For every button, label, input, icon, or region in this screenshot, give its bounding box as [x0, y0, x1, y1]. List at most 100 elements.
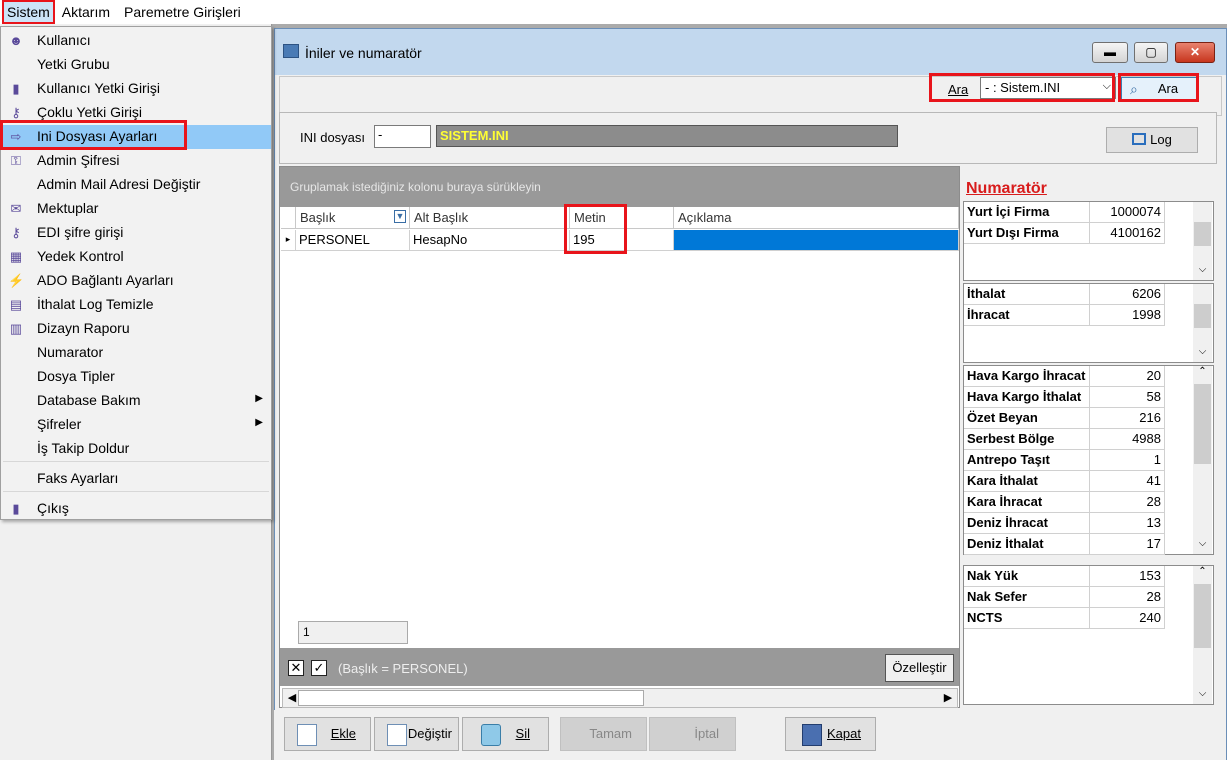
- menu-item-4[interactable]: ⚷ Çoklu Yetki Girişi: [1, 101, 271, 125]
- numarator-value[interactable]: 41: [1090, 471, 1165, 492]
- numarator-row[interactable]: Yurt Dışı Firma 4100162: [964, 223, 1166, 244]
- numarator-value[interactable]: 1: [1090, 450, 1165, 471]
- degistir-button[interactable]: Değiştir: [374, 717, 459, 751]
- menu-item-2[interactable]: Yetki Grubu: [1, 53, 271, 77]
- numarator-value[interactable]: 20: [1090, 366, 1165, 387]
- close-button[interactable]: ✕: [1175, 42, 1215, 63]
- numarator-row[interactable]: Deniz İthalat 17: [964, 534, 1166, 555]
- numarator-value[interactable]: 58: [1090, 387, 1165, 408]
- kapat-button[interactable]: Kapat: [785, 717, 876, 751]
- numarator-row[interactable]: Özet Beyan 216: [964, 408, 1166, 429]
- horizontal-scroll-thumb[interactable]: [298, 690, 644, 706]
- numarator-value[interactable]: 216: [1090, 408, 1165, 429]
- scroll-down-icon[interactable]: ⌵: [1194, 688, 1211, 699]
- column-header-baslik[interactable]: Başlık ▼: [296, 207, 410, 229]
- cell-metin[interactable]: 195: [570, 230, 674, 251]
- numarator-row[interactable]: İthalat 6206: [964, 284, 1166, 305]
- numarator-row[interactable]: İhracat 1998: [964, 305, 1166, 326]
- clear-filter-icon[interactable]: ✕: [288, 660, 304, 676]
- cell-alt-baslik[interactable]: HesapNo: [410, 230, 570, 251]
- menu-item-14[interactable]: Numarator: [1, 341, 271, 365]
- numarator-value[interactable]: 4988: [1090, 429, 1165, 450]
- filter-icon[interactable]: ▼: [394, 210, 406, 223]
- sil-button[interactable]: Sil: [462, 717, 549, 751]
- numarator-value[interactable]: 28: [1090, 492, 1165, 513]
- menu-item-1[interactable]: ☻ Kullanıcı: [1, 29, 271, 53]
- numarator-value[interactable]: 153: [1090, 566, 1165, 587]
- column-header-aciklama[interactable]: Açıklama: [674, 207, 959, 229]
- scroll-thumb-group-kargo[interactable]: [1194, 384, 1211, 464]
- numarator-key: Özet Beyan: [964, 408, 1090, 429]
- numarator-value[interactable]: 13: [1090, 513, 1165, 534]
- numarator-value[interactable]: 4100162: [1090, 223, 1165, 244]
- maximize-button[interactable]: ▢: [1134, 42, 1168, 63]
- scroll-up-icon[interactable]: ⌃: [1194, 366, 1211, 377]
- menu-item-19[interactable]: Faks Ayarları: [1, 467, 271, 491]
- numarator-row[interactable]: Hava Kargo İthalat 58: [964, 387, 1166, 408]
- numarator-row[interactable]: Yurt İçi Firma 1000074: [964, 202, 1166, 223]
- cell-baslik[interactable]: PERSONEL: [296, 230, 410, 251]
- log-button[interactable]: Log: [1106, 127, 1198, 153]
- numarator-row[interactable]: Kara İthalat 41: [964, 471, 1166, 492]
- filter-active-checkbox[interactable]: ✓: [311, 660, 327, 676]
- numarator-row[interactable]: Nak Sefer 28: [964, 587, 1166, 608]
- menu-item-18[interactable]: İş Takip Doldur: [1, 437, 271, 461]
- tamam-button[interactable]: Tamam: [560, 717, 647, 751]
- menu-item-12[interactable]: ▤ İthalat Log Temizle: [1, 293, 271, 317]
- menu-item-10[interactable]: ▦ Yedek Kontrol: [1, 245, 271, 269]
- row-indicator-icon[interactable]: ▸: [281, 230, 296, 251]
- numarator-value[interactable]: 28: [1090, 587, 1165, 608]
- column-header-metin[interactable]: Metin: [570, 207, 674, 229]
- menu-item-8[interactable]: ✉ Mektuplar: [1, 197, 271, 221]
- scroll-up-icon[interactable]: ⌃: [1194, 566, 1211, 577]
- ekle-button[interactable]: Ekle: [284, 717, 371, 751]
- menu-sistem[interactable]: Sistem: [2, 0, 55, 24]
- menu-item-16[interactable]: Database Bakım ▶: [1, 389, 271, 413]
- numarator-row[interactable]: Kara İhracat 28: [964, 492, 1166, 513]
- minimize-button[interactable]: ▬: [1092, 42, 1128, 63]
- menu-item-15[interactable]: Dosya Tipler: [1, 365, 271, 389]
- numarator-value[interactable]: 6206: [1090, 284, 1165, 305]
- scroll-thumb-group-ithalat[interactable]: [1194, 304, 1211, 328]
- column-header-alt-baslik[interactable]: Alt Başlık: [410, 207, 570, 229]
- search-combo[interactable]: - : Sistem.INI ⌵: [980, 77, 1116, 99]
- submenu-arrow-icon: ▶: [255, 417, 263, 428]
- cell-aciklama[interactable]: [674, 230, 959, 251]
- search-button[interactable]: ⌕ Ara: [1121, 77, 1197, 101]
- window-titlebar[interactable]: İniler ve numaratör ▬ ▢ ✕: [275, 29, 1226, 75]
- menu-item-3[interactable]: ▮ Kullanıcı Yetki Girişi: [1, 77, 271, 101]
- numarator-row[interactable]: Deniz İhracat 13: [964, 513, 1166, 534]
- numarator-row[interactable]: Serbest Bölge 4988: [964, 429, 1166, 450]
- filter-text[interactable]: (Başlık = PERSONEL): [338, 661, 468, 676]
- numarator-row[interactable]: Nak Yük 153: [964, 566, 1166, 587]
- menu-item-9[interactable]: ⚷ EDI şifre girişi: [1, 221, 271, 245]
- scroll-down-icon[interactable]: ⌵: [1194, 538, 1211, 549]
- menu-item-5[interactable]: ⇨ Ini Dosyası Ayarları: [1, 125, 271, 149]
- menu-item-13[interactable]: ▥ Dizayn Raporu: [1, 317, 271, 341]
- menu-aktarim[interactable]: Aktarım: [55, 0, 117, 24]
- scroll-thumb-group-nak[interactable]: [1194, 584, 1211, 648]
- numarator-value[interactable]: 240: [1090, 608, 1165, 629]
- scroll-down-icon[interactable]: ⌵: [1194, 346, 1211, 357]
- chevron-down-icon[interactable]: ⌵: [1103, 80, 1111, 93]
- scroll-left-icon[interactable]: ◀: [284, 690, 300, 706]
- scroll-down-icon[interactable]: ⌵: [1194, 264, 1211, 275]
- numarator-value[interactable]: 17: [1090, 534, 1165, 555]
- numarator-value[interactable]: 1998: [1090, 305, 1165, 326]
- scroll-thumb-group-firma[interactable]: [1194, 222, 1211, 246]
- ini-prefix-input[interactable]: -: [374, 125, 431, 148]
- scroll-right-icon[interactable]: ▶: [940, 690, 956, 706]
- menu-parametre-girisleri[interactable]: Paremetre Girişleri: [117, 0, 248, 24]
- menu-item-7[interactable]: Admin Mail Adresi Değiştir: [1, 173, 271, 197]
- iptal-button[interactable]: İptal: [649, 717, 736, 751]
- search-icon: ⌕: [1130, 81, 1138, 97]
- numarator-row[interactable]: Hava Kargo İhracat 20: [964, 366, 1166, 387]
- menu-item-17[interactable]: Şifreler ▶: [1, 413, 271, 437]
- numarator-row[interactable]: Antrepo Taşıt 1: [964, 450, 1166, 471]
- numarator-row[interactable]: NCTS 240: [964, 608, 1166, 629]
- menu-item-6[interactable]: ⚿ Admin Şifresi: [1, 149, 271, 173]
- menu-item-20[interactable]: ▮ Çıkış: [1, 497, 271, 521]
- numarator-value[interactable]: 1000074: [1090, 202, 1165, 223]
- menu-item-11[interactable]: ⚡ ADO Bağlantı Ayarları: [1, 269, 271, 293]
- customize-button[interactable]: Özelleştir: [885, 654, 954, 682]
